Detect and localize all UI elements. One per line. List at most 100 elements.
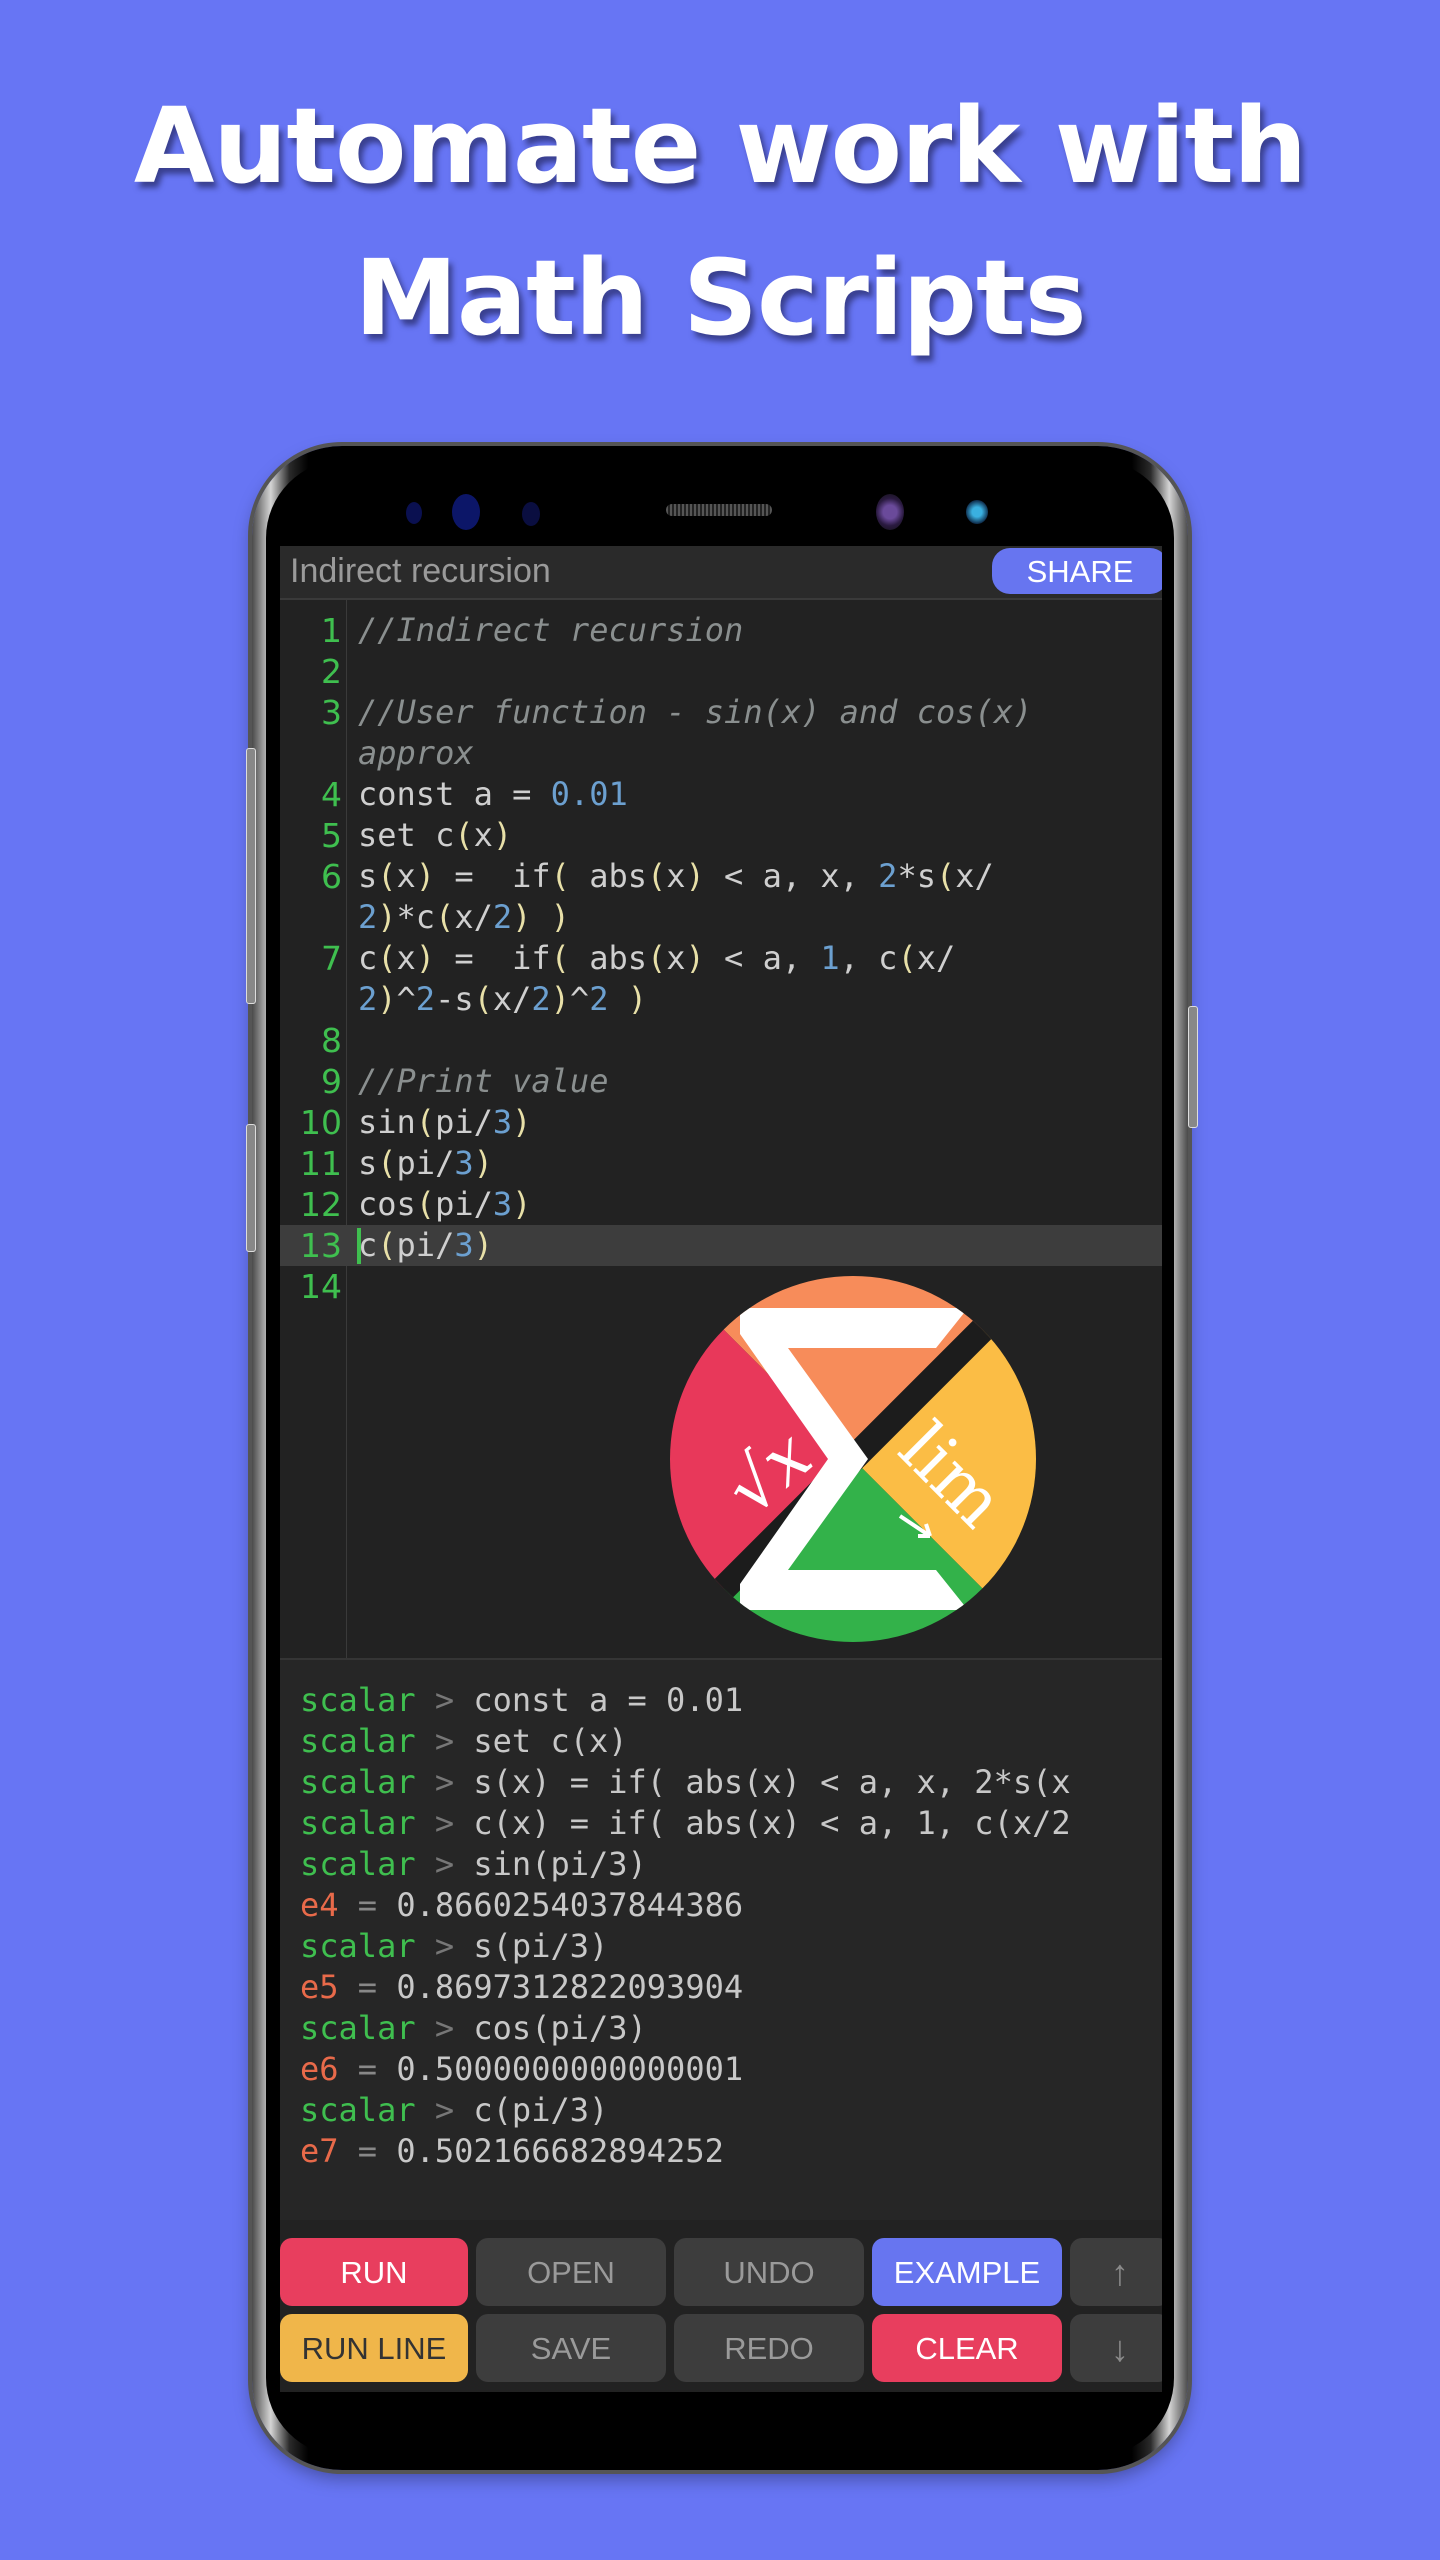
equals-sign: = bbox=[338, 2132, 397, 2170]
console-result-line: e5 = 0.8697312822093904 bbox=[300, 1967, 743, 2008]
console-prompt: scalar bbox=[300, 1927, 416, 1965]
code-line[interactable]: 11 s(pi/3) bbox=[280, 1143, 1162, 1184]
code-line[interactable]: 12 cos(pi/3) bbox=[280, 1184, 1162, 1225]
app-screen: Indirect recursion SHARE 1 //Indirect rec… bbox=[280, 546, 1162, 2392]
prompt-arrow: > bbox=[415, 1804, 474, 1842]
iris-sensor-icon bbox=[452, 494, 480, 530]
result-value: 0.8697312822093904 bbox=[396, 1968, 744, 2006]
open-button[interactable]: OPEN bbox=[476, 2238, 666, 2306]
line-number: 10 bbox=[300, 1103, 342, 1142]
result-variable: e7 bbox=[300, 2132, 339, 2170]
title-bar: Indirect recursion SHARE bbox=[280, 546, 1162, 600]
code-text: s(pi/3) bbox=[358, 1144, 493, 1182]
code-line[interactable]: 6 s(x) = if( abs(x) < a, x, 2*s(x/ bbox=[280, 856, 1162, 897]
console-prompt: scalar bbox=[300, 2009, 416, 2047]
code-editor[interactable]: 1 //Indirect recursion 2 3 //User function -… bbox=[280, 600, 1162, 1658]
earpiece-speaker bbox=[666, 504, 772, 516]
console-input-line: scalar > s(pi/3) bbox=[300, 1926, 608, 1967]
result-value: 0.502166682894252 bbox=[396, 2132, 724, 2170]
text-cursor bbox=[357, 1228, 361, 1264]
line-number: 6 bbox=[321, 857, 342, 896]
console-input-line: scalar > c(x) = if( abs(x) < a, 1, c(x/2 bbox=[300, 1803, 1071, 1844]
code-line[interactable]: 4 const a = 0.01 bbox=[280, 774, 1162, 815]
prompt-arrow: > bbox=[415, 1763, 474, 1801]
prompt-arrow: > bbox=[415, 1681, 474, 1719]
console-prompt: scalar bbox=[300, 1763, 416, 1801]
code-text: //User function - sin(x) and cos(x) bbox=[358, 693, 1033, 731]
console-command: s(pi/3) bbox=[473, 1927, 609, 1965]
console-result-line: e6 = 0.5000000000000001 bbox=[300, 2049, 743, 2090]
console-input-line: scalar > sin(pi/3) bbox=[300, 1844, 647, 1885]
front-camera-icon bbox=[876, 494, 904, 530]
code-line[interactable]: 2)*c(x/2) ) bbox=[280, 897, 1162, 938]
console-command: sin(pi/3) bbox=[473, 1845, 647, 1883]
redo-button[interactable]: REDO bbox=[674, 2314, 864, 2382]
console-command: set c(x) bbox=[473, 1722, 628, 1760]
console-input-line: scalar > s(x) = if( abs(x) < a, x, 2*s(x bbox=[300, 1762, 1071, 1803]
code-line[interactable]: approx bbox=[280, 733, 1162, 774]
code-line[interactable]: 9 //Print value bbox=[280, 1061, 1162, 1102]
undo-button[interactable]: UNDO bbox=[674, 2238, 864, 2306]
code-line[interactable]: 2)^2-s(x/2)^2 ) bbox=[280, 979, 1162, 1020]
console-command: cos(pi/3) bbox=[473, 2009, 647, 2047]
code-text: const a = 0.01 bbox=[358, 775, 628, 813]
console-command: c(x) = if( abs(x) < a, 1, c(x/2 bbox=[473, 1804, 1071, 1842]
scroll-down-button[interactable]: ↓ bbox=[1070, 2314, 1162, 2382]
scroll-up-button[interactable]: ↑ bbox=[1070, 2238, 1162, 2306]
line-number: 13 bbox=[300, 1226, 342, 1265]
phone-side-button-power bbox=[1188, 1006, 1198, 1128]
code-line[interactable]: 5 set c(x) bbox=[280, 815, 1162, 856]
line-number: 7 bbox=[321, 939, 342, 978]
run-button[interactable]: RUN bbox=[280, 2238, 468, 2306]
line-number: 3 bbox=[321, 693, 342, 732]
phone-side-button-volume bbox=[246, 748, 256, 1004]
headline-line-1: Automate work with bbox=[133, 85, 1307, 207]
prompt-arrow: > bbox=[415, 2091, 474, 2129]
code-text: cos(pi/3) bbox=[358, 1185, 532, 1223]
console-result-line: e4 = 0.8660254037844386 bbox=[300, 1885, 743, 1926]
console-input-line: scalar > c(pi/3) bbox=[300, 2090, 608, 2131]
code-text: 2)^2-s(x/2)^2 ) bbox=[358, 980, 647, 1018]
code-line[interactable]: 8 bbox=[280, 1020, 1162, 1061]
iris-camera-icon bbox=[966, 500, 988, 524]
code-line[interactable]: 3 //User function - sin(x) and cos(x) bbox=[280, 692, 1162, 733]
prompt-arrow: > bbox=[415, 1845, 474, 1883]
console-prompt: scalar bbox=[300, 1722, 416, 1760]
result-variable: e4 bbox=[300, 1886, 339, 1924]
document-title[interactable]: Indirect recursion bbox=[290, 552, 551, 591]
result-variable: e5 bbox=[300, 1968, 339, 2006]
code-text: //Indirect recursion bbox=[358, 611, 744, 649]
equals-sign: = bbox=[338, 1968, 397, 2006]
proximity-sensor-icon bbox=[406, 502, 422, 524]
code-text: c(x) = if( abs(x) < a, 1, c(x/ bbox=[358, 939, 956, 977]
headline-line-2: Math Scripts bbox=[354, 237, 1086, 359]
console-command: s(x) = if( abs(x) < a, x, 2*s(x bbox=[473, 1763, 1071, 1801]
line-number: 12 bbox=[300, 1185, 342, 1224]
console-result-line: e7 = 0.502166682894252 bbox=[300, 2131, 724, 2172]
code-text: approx bbox=[358, 734, 474, 772]
line-number: 14 bbox=[300, 1267, 342, 1306]
console-prompt: scalar bbox=[300, 1845, 416, 1883]
code-line[interactable]: 10 sin(pi/3) bbox=[280, 1102, 1162, 1143]
prompt-arrow: > bbox=[415, 1722, 474, 1760]
line-number: 11 bbox=[300, 1144, 342, 1183]
output-console: scalar > const a = 0.01 scalar > set c(x)… bbox=[280, 1660, 1162, 2220]
equals-sign: = bbox=[338, 1886, 397, 1924]
result-value: 0.8660254037844386 bbox=[396, 1886, 744, 1924]
code-line[interactable]: 7 c(x) = if( abs(x) < a, 1, c(x/ bbox=[280, 938, 1162, 979]
console-command: const a = 0.01 bbox=[473, 1681, 744, 1719]
save-button[interactable]: SAVE bbox=[476, 2314, 666, 2382]
run-line-button[interactable]: RUN LINE bbox=[280, 2314, 468, 2382]
code-text: //Print value bbox=[358, 1062, 609, 1100]
light-sensor-icon bbox=[522, 502, 540, 526]
share-button[interactable]: SHARE bbox=[992, 548, 1162, 594]
code-line[interactable]: 13 c(pi/3) bbox=[280, 1225, 1162, 1266]
console-prompt: scalar bbox=[300, 1804, 416, 1842]
code-line[interactable]: 1 //Indirect recursion bbox=[280, 610, 1162, 651]
code-line[interactable]: 2 bbox=[280, 651, 1162, 692]
console-prompt: scalar bbox=[300, 2091, 416, 2129]
example-button[interactable]: EXAMPLE bbox=[872, 2238, 1062, 2306]
clear-button[interactable]: CLEAR bbox=[872, 2314, 1062, 2382]
console-input-line: scalar > set c(x) bbox=[300, 1721, 628, 1762]
line-number: 9 bbox=[321, 1062, 342, 1101]
